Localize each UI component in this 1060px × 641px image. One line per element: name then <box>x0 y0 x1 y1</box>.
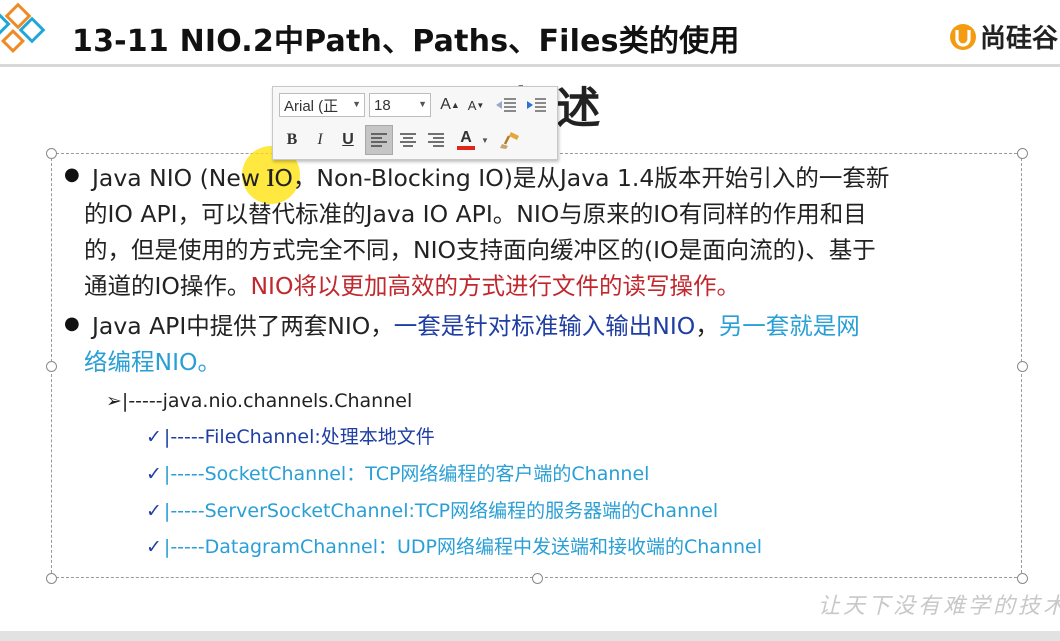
watermark: 让天下没有难学的技术 <box>818 594 1060 619</box>
channel-item-text: |-----FileChannel:处理本地文件 <box>163 426 435 448</box>
slide-header: 13-11 NIO.2中Path、Paths、Files类的使用 尚硅谷 <box>0 0 1060 64</box>
grow-font-icon: A <box>440 96 451 113</box>
mini-format-toolbar: Arial (正 ▼ 18 ▼ A ▲ A ▼ B I U A ▼ <box>272 86 558 160</box>
channel-item-text: |-----SocketChannel：TCP网络编程的客户端的Channel <box>163 463 650 485</box>
check-icon: ✓ <box>146 463 162 485</box>
align-right-button[interactable] <box>423 127 449 153</box>
channel-root: ➢|-----java.nio.channels.Channel <box>106 390 413 412</box>
shrink-font-icon: A <box>467 97 477 113</box>
bullet1-line4: 通道的IO操作。NIO将以更加高效的方式进行文件的读写操作。 <box>84 268 740 304</box>
font-size-value: 18 <box>374 96 391 114</box>
resize-handle-bottom[interactable] <box>531 572 543 584</box>
font-color-swatch <box>457 146 475 150</box>
align-center-button[interactable] <box>395 127 421 153</box>
slide-title: 13-11 NIO.2中Path、Paths、Files类的使用 <box>72 24 740 59</box>
font-name-select[interactable]: Arial (正 ▼ <box>279 93 365 117</box>
bullet1-line1: Java NIO (New IO，Non-Blocking IO)是从Java … <box>92 164 890 192</box>
channel-item-server-socket: ✓ |-----ServerSocketChannel:TCP网络编程的服务器端的… <box>146 498 718 524</box>
increase-indent-button[interactable] <box>523 92 549 118</box>
bullet2-comma: ， <box>695 312 719 340</box>
align-left-button[interactable] <box>365 125 393 155</box>
bold-button[interactable]: B <box>279 127 305 153</box>
bullet2-network-io: 另一套就是网 <box>718 312 860 340</box>
check-icon: ✓ <box>146 426 162 448</box>
font-name-value: Arial (正 <box>284 97 339 115</box>
resize-handle-right[interactable] <box>1016 360 1028 372</box>
brand-name: 尚硅谷 <box>980 24 1059 54</box>
font-size-select[interactable]: 18 ▼ <box>369 93 431 117</box>
increase-indent-icon <box>527 98 546 112</box>
channel-item-socket: ✓ |-----SocketChannel：TCP网络编程的客户端的Channel <box>146 461 649 487</box>
brand-u-icon <box>950 23 976 50</box>
i-beam-cursor-icon: I <box>266 167 275 192</box>
font-color-icon: A <box>460 129 472 146</box>
bullet2-line1-text: Java API中提供了两套NIO， <box>92 312 394 340</box>
underline-button[interactable]: U <box>335 127 361 153</box>
bullet2-standard-io: 一套是针对标准输入输出NIO <box>393 312 696 340</box>
bullet1-line4-text: 通道的IO操作。 <box>84 272 251 300</box>
chevron-down-icon[interactable]: ▼ <box>479 133 491 147</box>
slide: 13-11 NIO.2中Path、Paths、Files类的使用 尚硅谷 O 概… <box>0 0 1060 641</box>
resize-handle-bottom-right[interactable] <box>1016 572 1028 584</box>
check-icon: ✓ <box>146 536 162 558</box>
resize-handle-left[interactable] <box>45 360 57 372</box>
diamond-logo-icon <box>0 2 46 54</box>
resize-handle-bottom-left[interactable] <box>45 572 57 584</box>
decrease-indent-icon <box>496 98 516 112</box>
resize-handle-top-right[interactable] <box>1016 147 1028 159</box>
format-painter-button[interactable] <box>497 127 523 153</box>
align-left-icon <box>371 133 387 147</box>
brand-logo: 尚硅谷 <box>948 18 1058 55</box>
bullet2-line2: 络编程NIO。 <box>84 348 222 376</box>
check-icon: ✓ <box>146 500 162 522</box>
chevron-down-icon: ▼ <box>352 99 361 109</box>
align-right-icon <box>428 133 444 147</box>
channel-item-datagram: ✓ |-----DatagramChannel：UDP网络编程中发送端和接收端的C… <box>146 534 762 560</box>
bullet1-line3: 的，但是使用的方式完全不同，NIO支持面向缓冲区的(IO是面向流的)、基于 <box>84 236 876 264</box>
italic-button[interactable]: I <box>307 127 333 153</box>
bullet1-emphasis: NIO将以更加高效的方式进行文件的读写操作。 <box>250 272 740 300</box>
decrease-indent-button[interactable] <box>493 92 519 118</box>
format-painter-icon <box>500 132 519 149</box>
chevron-down-icon: ▼ <box>418 99 427 109</box>
bullet-dot: ● <box>64 313 80 334</box>
bullet-dot: ● <box>64 164 80 185</box>
header-divider <box>0 64 1060 67</box>
bottom-bar <box>0 631 1060 641</box>
grow-font-button[interactable]: A ▲ <box>437 92 463 118</box>
shrink-font-button[interactable]: A ▼ <box>463 92 489 118</box>
resize-handle-top-left[interactable] <box>45 147 57 159</box>
align-center-icon <box>400 133 416 147</box>
bullet1-line2: 的IO API，可以替代标准的Java IO API。NIO与原来的IO有同样的… <box>84 200 867 228</box>
font-color-button[interactable]: A <box>453 127 479 153</box>
channel-item-text: |-----ServerSocketChannel:TCP网络编程的服务器端的C… <box>163 500 719 522</box>
channel-item-file: ✓ |-----FileChannel:处理本地文件 <box>146 424 435 450</box>
bullet2-line1: Java API中提供了两套NIO，一套是针对标准输入输出NIO，另一套就是网 <box>92 308 860 344</box>
channel-item-text: |-----DatagramChannel：UDP网络编程中发送端和接收端的Ch… <box>163 536 762 558</box>
